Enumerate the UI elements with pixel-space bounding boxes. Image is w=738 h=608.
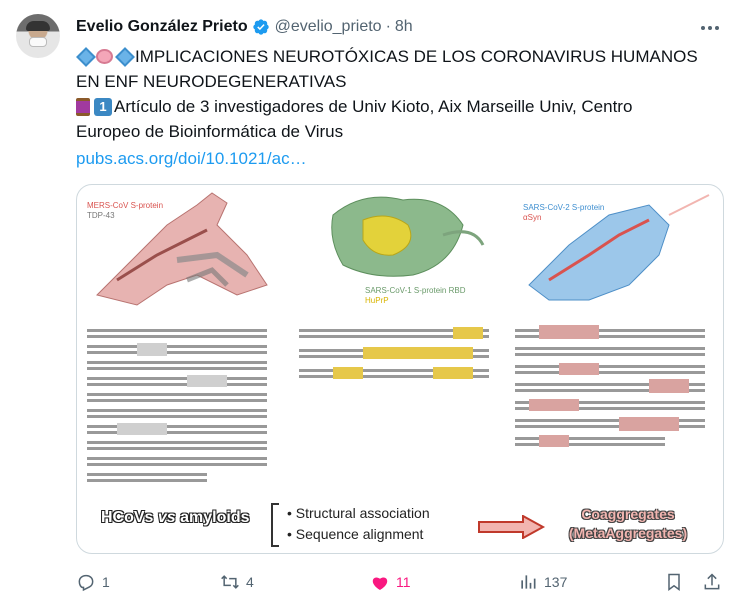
- tdp-sequence-alignment: [77, 325, 293, 490]
- huprp-label: HuPrP: [365, 296, 389, 305]
- diamond-emoji-icon: [115, 46, 135, 67]
- separator-dot: ·: [385, 18, 391, 35]
- sars2-protein-panel: SARS-CoV-2 S-protein αSyn: [509, 185, 723, 333]
- asyn-label: αSyn: [523, 213, 542, 222]
- reply-count: 1: [102, 574, 110, 590]
- hcovs-vs-amyloids-text: HCoVs vs amyloids: [101, 509, 250, 527]
- tweet[interactable]: Evelio González Prieto @evelio_prieto · …: [0, 0, 738, 608]
- text-line-1: IMPLICACIONES NEUROTÓXICAS DE LOS CORONA…: [135, 47, 698, 66]
- asyn-sequence-alignment: [509, 325, 723, 475]
- text-line: EN ENF NEURODEGENERATIVAS: [76, 69, 726, 94]
- retweet-icon: [221, 575, 239, 589]
- method-bullets: • Structural association • Sequence alig…: [287, 503, 430, 545]
- figure-summary: HCoVs vs amyloids • Structural associati…: [77, 495, 723, 553]
- mers-protein-panel: MERS-CoV S-protein TDP-43: [77, 185, 293, 333]
- author-display-name[interactable]: Evelio González Prieto: [76, 18, 248, 36]
- sars1-protein-panel: SARS-CoV-1 S-protein RBD HuPrP: [293, 185, 509, 333]
- action-bar: 1 4 11 137: [76, 568, 726, 596]
- brain-emoji-icon: [96, 49, 113, 64]
- share-icon: [704, 573, 720, 590]
- share-button[interactable]: [702, 568, 728, 596]
- prp-sequence-alignment: [293, 325, 509, 405]
- more-dot: [708, 26, 712, 30]
- hcovs-text: HCoVs: [101, 509, 154, 526]
- keycap-one-emoji-icon: 1: [94, 97, 112, 116]
- diamond-emoji-icon: [76, 46, 96, 67]
- reply-button[interactable]: 1: [76, 568, 110, 596]
- bookmark-button[interactable]: [664, 568, 690, 596]
- reply-icon: [78, 574, 94, 592]
- text-line: Europeo de Bioinformática de Virus: [76, 119, 726, 144]
- views-icon: [521, 575, 536, 589]
- coaggregates-line-2: (MetaAggregates): [568, 525, 688, 541]
- like-count: 11: [396, 574, 411, 590]
- tdp-label: TDP-43: [87, 211, 115, 220]
- sequence-lines-left: [87, 329, 267, 482]
- tweet-header: Evelio González Prieto @evelio_prieto · …: [76, 16, 413, 38]
- sequence-lines-right: [515, 325, 705, 447]
- vs-text: vs: [157, 509, 176, 526]
- more-dot: [715, 26, 719, 30]
- sequence-lines-middle: [299, 327, 489, 379]
- amyloids-text: amyloids: [180, 509, 250, 526]
- views-button[interactable]: 137: [518, 568, 567, 596]
- coaggregates-text: Coaggregates (MetaAggregates): [553, 505, 703, 543]
- article-link[interactable]: pubs.acs.org/doi/10.1021/ac…: [76, 146, 307, 171]
- text-line: IMPLICACIONES NEUROTÓXICAS DE LOS CORONA…: [76, 44, 726, 69]
- like-icon: [372, 577, 388, 590]
- bookmark-icon: [668, 573, 680, 591]
- tweet-text: IMPLICACIONES NEUROTÓXICAS DE LOS CORONA…: [76, 44, 726, 171]
- retweet-count: 4: [246, 574, 254, 590]
- coaggregates-line-1: Coaggregates: [581, 506, 675, 522]
- avatar-cap: [26, 21, 50, 31]
- like-button[interactable]: 11: [370, 568, 411, 596]
- sars2-label: SARS-CoV-2 S-protein: [523, 203, 605, 212]
- more-icon[interactable]: [696, 18, 724, 38]
- bracket-shape: [271, 503, 279, 547]
- right-arrow-icon: [478, 515, 546, 539]
- bullet-sequence: • Sequence alignment: [287, 526, 424, 542]
- text-line: 1 Artículo de 3 investigadores de Univ K…: [76, 94, 726, 119]
- text-line-2: EN ENF NEURODEGENERATIVAS: [76, 72, 347, 91]
- retweet-button[interactable]: 4: [220, 568, 254, 596]
- text-line: pubs.acs.org/doi/10.1021/ac…: [76, 146, 726, 171]
- avatar-mask: [29, 37, 47, 47]
- mers-label: MERS-CoV S-protein: [87, 201, 164, 210]
- more-dot: [701, 26, 705, 30]
- text-line-4: Europeo de Bioinformática de Virus: [76, 122, 344, 141]
- media-image[interactable]: MERS-CoV S-protein TDP-43 SARS-CoV-1 S-p…: [76, 184, 724, 554]
- text-line-3: Artículo de 3 investigadores de Univ Kio…: [114, 97, 633, 116]
- bullet-structural: • Structural association: [287, 505, 430, 521]
- verified-badge-icon[interactable]: [252, 18, 270, 36]
- thread-spool-emoji-icon: [76, 97, 90, 116]
- sars1-label: SARS-CoV-1 S-protein RBD: [365, 286, 466, 295]
- views-count: 137: [544, 574, 568, 590]
- timestamp[interactable]: 8h: [395, 18, 413, 36]
- avatar[interactable]: [16, 14, 60, 58]
- author-handle[interactable]: @evelio_prieto: [275, 18, 382, 36]
